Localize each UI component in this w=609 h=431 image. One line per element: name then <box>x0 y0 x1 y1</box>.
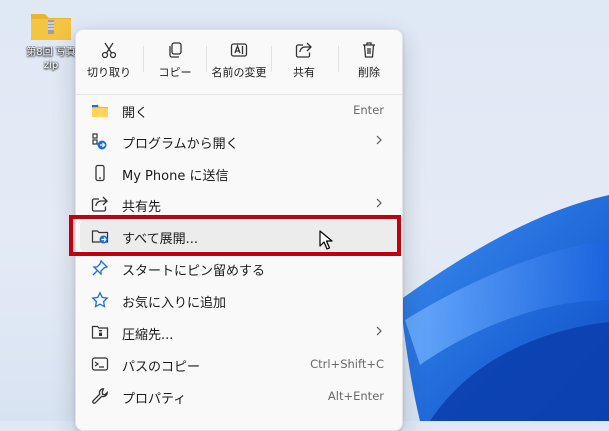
chevron-right-icon <box>376 326 382 336</box>
compress-icon <box>91 325 109 339</box>
menu-item-label: プログラムから開く <box>122 137 239 152</box>
menu-item-send-to-phone[interactable]: My Phone に送信 <box>80 158 398 188</box>
rename-icon <box>230 43 248 57</box>
copy-path-icon <box>91 357 109 371</box>
share-icon <box>295 42 312 58</box>
trash-icon <box>363 42 375 58</box>
menu-item-label: パスのコピー <box>122 360 201 375</box>
pin-icon <box>92 259 109 276</box>
menu-item-label: 圧縮先... <box>122 328 174 343</box>
menu-item-shortcut: Alt+Enter <box>327 389 384 403</box>
share-button[interactable]: 共有 <box>273 36 335 86</box>
menu-item-compress-to[interactable]: 圧縮先... <box>80 317 398 347</box>
star-icon <box>91 291 109 308</box>
copy-icon <box>169 42 182 58</box>
copy-label: コピー <box>158 66 192 79</box>
menu-item-label: 共有先 <box>122 200 162 215</box>
quick-separator <box>271 46 272 72</box>
menu-item-label: プロパティ <box>122 392 187 407</box>
menu-item-add-to-favorites[interactable]: お気に入りに追加 <box>80 285 398 315</box>
wrench-icon <box>92 388 108 404</box>
menu-item-extract-all[interactable]: すべて展開... <box>80 221 398 251</box>
extract-all-icon <box>91 230 109 244</box>
menu-item-shortcut: Enter <box>353 103 384 117</box>
delete-button[interactable]: 削除 <box>338 36 400 86</box>
menu-item-properties[interactable]: プロパティ Alt+Enter <box>80 381 398 411</box>
chevron-right-icon <box>376 198 382 208</box>
mouse-cursor-icon <box>319 230 333 250</box>
menu-item-label: お気に入りに追加 <box>122 296 227 311</box>
menu-item-pin-to-start[interactable]: スタートにピン留めする <box>80 253 398 283</box>
menu-item-copy-path[interactable]: パスのコピー Ctrl+Shift+C <box>80 349 398 379</box>
phone-icon <box>95 164 105 182</box>
context-menu: 切り取り コピー 名前の変更 共有 削除 開く Enter プログラムから開く … <box>75 29 403 431</box>
cut-button[interactable]: 切り取り <box>78 36 140 86</box>
menu-item-shortcut: Ctrl+Shift+C <box>310 357 384 371</box>
share-label: 共有 <box>293 66 315 79</box>
scissors-icon <box>101 42 117 59</box>
menu-item-share-to[interactable]: 共有先 <box>80 189 398 219</box>
copy-button[interactable]: コピー <box>144 36 206 86</box>
quick-action-bar: 切り取り コピー 名前の変更 共有 削除 <box>76 30 402 88</box>
rename-button[interactable]: 名前の変更 <box>208 36 270 86</box>
open-with-icon <box>92 133 107 150</box>
folder-zip-icon <box>31 14 71 40</box>
menu-item-label: My Phone に送信 <box>122 169 229 184</box>
menu-item-label: 開く <box>122 106 149 121</box>
menu-item-open[interactable]: 開く Enter <box>80 95 398 125</box>
cut-label: 切り取り <box>87 66 131 79</box>
delete-label: 削除 <box>358 66 380 79</box>
rename-label: 名前の変更 <box>211 66 267 79</box>
chevron-right-icon <box>376 135 382 145</box>
folder-open-icon <box>92 105 108 117</box>
share-icon <box>91 196 108 212</box>
menu-item-label: すべて展開... <box>122 232 198 247</box>
menu-item-label: スタートにピン留めする <box>122 264 266 279</box>
menu-item-open-with[interactable]: プログラムから開く <box>80 126 398 156</box>
quick-separator <box>206 46 207 72</box>
